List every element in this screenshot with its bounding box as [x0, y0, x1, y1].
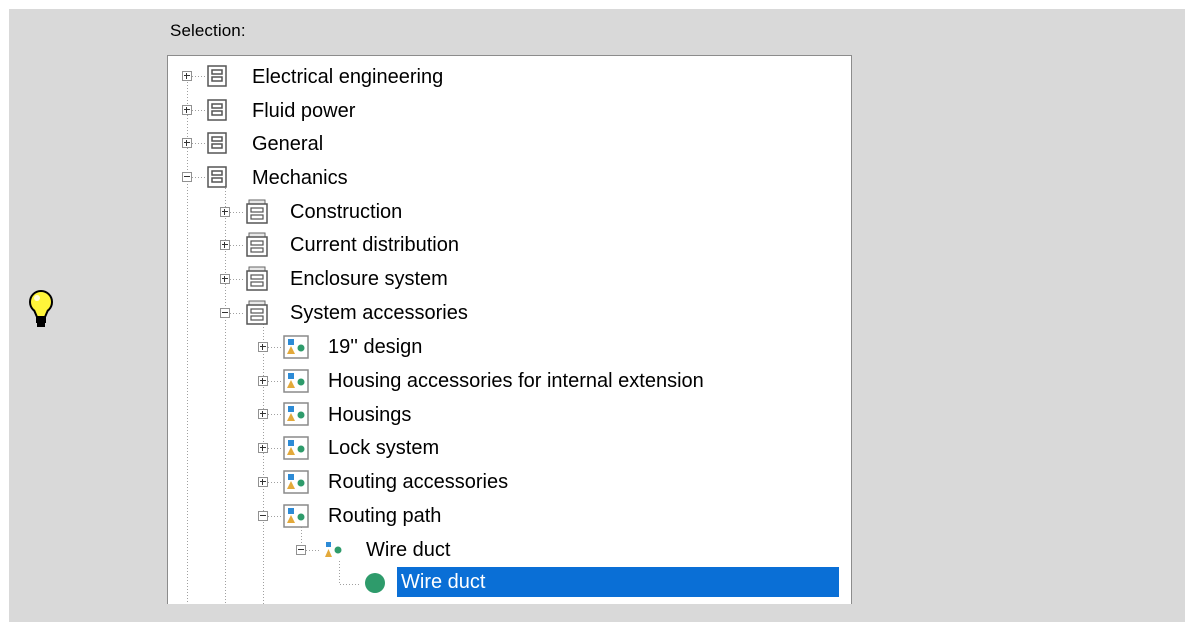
- expand-toggle[interactable]: [258, 477, 268, 487]
- product-group-icon: [283, 335, 309, 359]
- leaf-dot-icon: [365, 573, 385, 593]
- tree-node-label[interactable]: Construction: [290, 200, 402, 224]
- database-icon: [207, 99, 227, 121]
- tree-node-label[interactable]: System accessories: [290, 301, 468, 325]
- collapse-toggle[interactable]: [220, 308, 230, 318]
- lightbulb-hint-icon: [29, 290, 53, 327]
- expand-toggle[interactable]: [182, 105, 192, 115]
- tree-node-label[interactable]: Current distribution: [290, 233, 459, 257]
- selection-label: Selection:: [170, 21, 246, 40]
- collapse-toggle[interactable]: [258, 511, 268, 521]
- collapse-toggle[interactable]: [182, 172, 192, 182]
- tree-node-label[interactable]: 19'' design: [328, 335, 422, 359]
- tree-node-label[interactable]: Housings: [328, 403, 411, 427]
- product-group-icon: [283, 402, 309, 426]
- tree-node-label[interactable]: Electrical engineering: [252, 65, 443, 89]
- folder-stack-icon: [246, 199, 268, 224]
- expand-toggle[interactable]: [220, 240, 230, 250]
- tree-node-label[interactable]: Housing accessories for internal extensi…: [328, 369, 704, 393]
- tree-node-label[interactable]: General: [252, 132, 323, 156]
- selected-tree-item[interactable]: Wire duct: [397, 567, 839, 597]
- database-icon: [207, 65, 227, 87]
- expand-toggle[interactable]: [220, 207, 230, 217]
- tree-view[interactable]: Electrical engineering Fluid power Gener…: [167, 55, 852, 604]
- product-subgroup-icon: [325, 542, 342, 557]
- database-icon: [207, 132, 227, 154]
- database-icon: [207, 166, 227, 188]
- tree-node-label[interactable]: Routing path: [328, 504, 441, 528]
- tree-node-label[interactable]: Lock system: [328, 436, 439, 460]
- expand-toggle[interactable]: [182, 71, 192, 81]
- product-group-icon: [283, 436, 309, 460]
- expand-toggle[interactable]: [220, 274, 230, 284]
- tree-node-label[interactable]: Wire duct: [366, 538, 450, 562]
- expand-toggle[interactable]: [258, 409, 268, 419]
- folder-stack-icon: [246, 300, 268, 325]
- expand-toggle[interactable]: [258, 342, 268, 352]
- tree-node-label[interactable]: Enclosure system: [290, 267, 448, 291]
- expand-toggle[interactable]: [258, 376, 268, 386]
- collapse-toggle[interactable]: [296, 545, 306, 555]
- tree-node-label[interactable]: Mechanics: [252, 166, 348, 190]
- folder-stack-icon: [246, 266, 268, 291]
- expand-toggle[interactable]: [182, 138, 192, 148]
- folder-stack-icon: [246, 232, 268, 257]
- expand-toggle[interactable]: [258, 443, 268, 453]
- product-group-icon: [283, 470, 309, 494]
- tree-node-label[interactable]: Fluid power: [252, 99, 355, 123]
- product-group-icon: [283, 369, 309, 393]
- tree-node-label[interactable]: Routing accessories: [328, 470, 508, 494]
- product-group-icon: [283, 504, 309, 528]
